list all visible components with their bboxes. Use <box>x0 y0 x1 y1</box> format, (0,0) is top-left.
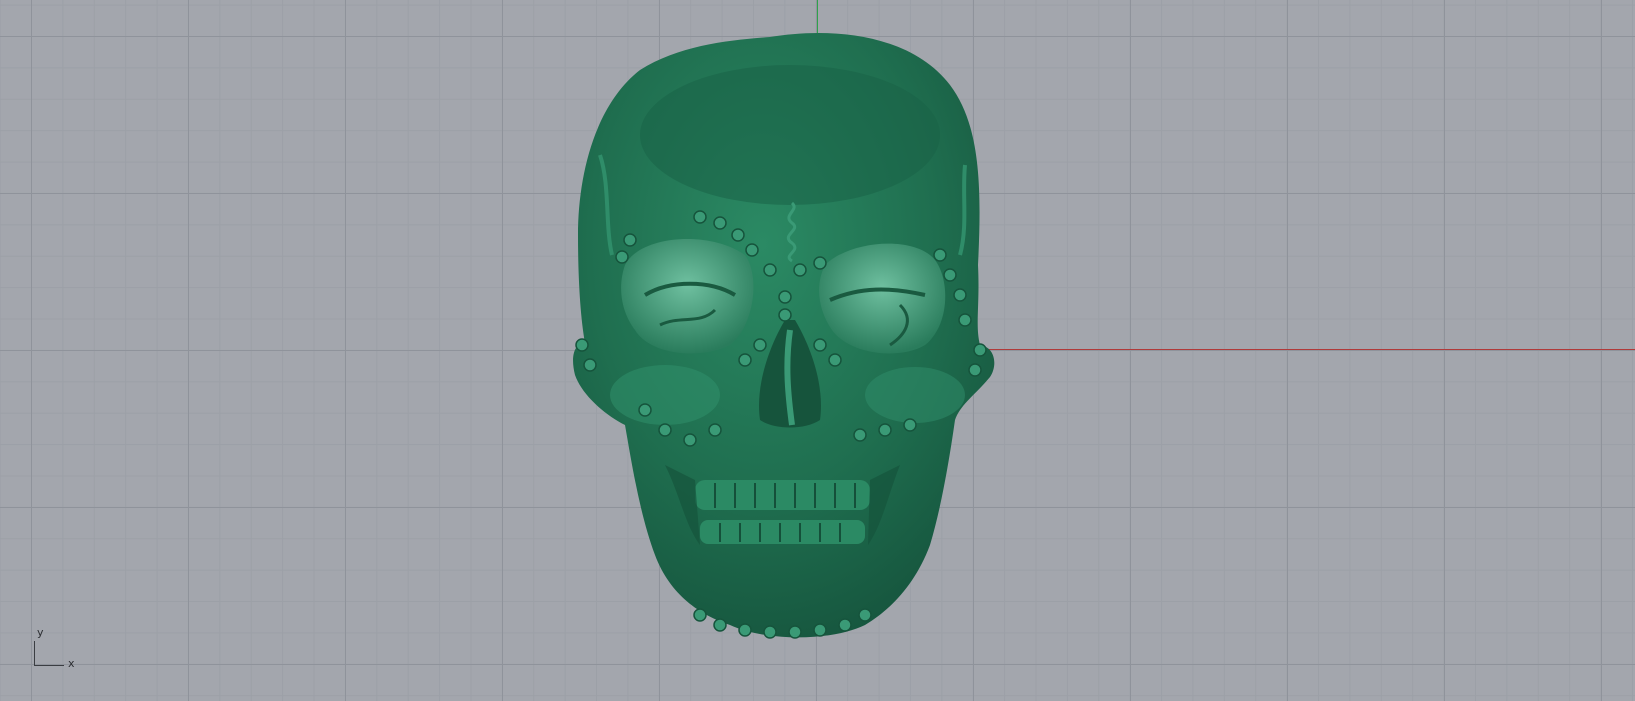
widget-x-label: x <box>68 657 75 670</box>
upper-teeth <box>695 480 870 510</box>
skull-model[interactable] <box>570 25 1050 675</box>
axis-orientation-widget: y x <box>34 626 84 671</box>
widget-y-line <box>34 641 35 666</box>
left-cheek-highlight <box>610 365 720 425</box>
widget-y-label: y <box>37 626 44 639</box>
widget-x-line <box>34 665 64 666</box>
modeling-viewport[interactable]: y x <box>0 0 1635 701</box>
forehead-highlight <box>640 65 940 205</box>
right-cheek-highlight <box>865 367 965 423</box>
